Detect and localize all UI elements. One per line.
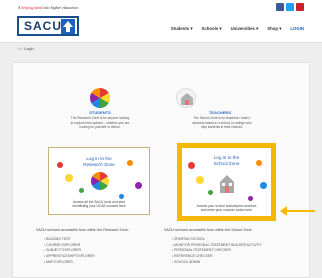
ball-icon — [260, 182, 267, 189]
research-services-list: BUZZING TEST COURSE EXPLORER SUBJECT EXP… — [44, 237, 95, 266]
list-item: APPRENTICESHIP EXPLORER — [44, 254, 95, 260]
top-bar: A helping hand into higher education — [0, 0, 322, 14]
ball-icon — [127, 160, 133, 166]
nav-schools[interactable]: Schools ▾ — [202, 26, 222, 32]
school-card-footer-line: and enter your voucher codes here — [200, 208, 253, 213]
ball-icon — [135, 182, 142, 189]
research-card-footer-line: shortlisting your UCAS courses here — [72, 204, 126, 209]
ball-icon — [208, 190, 213, 195]
ball-icon — [196, 176, 204, 184]
ball-icon — [188, 162, 195, 169]
school-building-icon — [218, 172, 236, 194]
youtube-icon[interactable] — [296, 3, 304, 11]
tagline-highlight: helping hand — [21, 5, 43, 10]
research-card-title: Log in to the Research Zone — [49, 156, 149, 167]
teachers-desc-line: help students in their choices. — [201, 125, 243, 130]
ball-icon — [57, 162, 63, 168]
research-zone-login-card[interactable]: Log in to the Research Zone Access all t… — [48, 147, 150, 215]
list-item: MAP EXPLORER — [44, 260, 95, 266]
school-zone-login-card[interactable]: Log in to the School Zone Access your sc… — [177, 143, 276, 221]
ball-icon — [248, 196, 253, 201]
logo-text: SACU — [24, 19, 63, 33]
site-header: SACU Students ▾ Schools ▾ Universities ▾… — [0, 14, 322, 44]
facebook-icon[interactable] — [276, 3, 284, 11]
nav-students[interactable]: Students ▾ — [171, 26, 193, 32]
tagline-suffix: into higher education — [42, 5, 78, 10]
nav-login[interactable]: LOGIN — [290, 26, 304, 32]
ball-icon — [79, 188, 84, 193]
teachers-zone-icon — [176, 88, 196, 108]
nav-shop[interactable]: Shop ▾ — [267, 26, 281, 32]
students-desc-line: looking for yourself or others. — [79, 125, 121, 130]
ball-icon — [256, 160, 262, 166]
breadcrumb[interactable]: ⌂ › Login — [18, 46, 34, 51]
main-nav: Students ▾ Schools ▾ Universities ▾ Shop… — [171, 26, 304, 32]
research-card-title-line: Research Zone — [83, 161, 115, 167]
tagline: A helping hand into higher education — [18, 5, 78, 10]
sacu-logo[interactable]: SACU — [17, 16, 79, 36]
pointer-arrow-icon — [280, 206, 287, 216]
teachers-title: TEACHERS — [208, 110, 231, 115]
logo-arrow-icon — [61, 19, 75, 34]
breadcrumb-bar: ⌂ › Login — [0, 42, 322, 54]
students-zone-icon — [90, 88, 110, 108]
research-services-heading: SACU services accessible from within the… — [36, 228, 129, 232]
research-wheel-icon — [91, 172, 109, 190]
ball-icon — [65, 174, 73, 182]
school-services-heading: SACU services accessible from within the… — [164, 228, 253, 232]
teachers-desc: The School Zone is for teachers / tutors… — [176, 116, 268, 130]
students-title: STUDENTS — [89, 110, 111, 115]
list-item: SCHOOL ADMIN — [172, 260, 262, 266]
social-links — [276, 3, 304, 11]
nav-universities[interactable]: Universities ▾ — [231, 26, 259, 32]
school-card-footer: Access your school subscription services… — [182, 204, 271, 213]
school-services-list: SPARTAN SCHOOL MONITOR PERSONAL STATEMEN… — [172, 237, 262, 266]
pointer-arrow-line — [285, 210, 315, 212]
twitter-icon[interactable] — [286, 3, 294, 11]
ball-icon — [119, 194, 124, 199]
students-desc: The Research Zone is for anyone looking … — [52, 116, 148, 130]
research-card-footer: Access all the SACU tools and start shor… — [49, 200, 149, 209]
